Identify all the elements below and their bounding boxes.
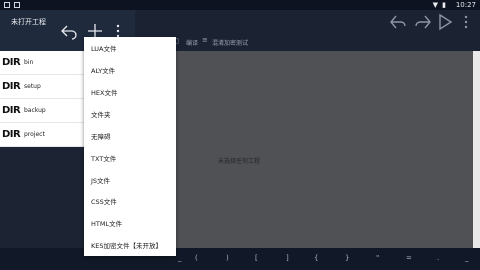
symbol-bar: _ ( ) [ ] { } " = . _: [0, 248, 480, 270]
symbol-key[interactable]: ": [376, 254, 379, 262]
wifi-icon: ▼: [432, 1, 438, 9]
symbol-key[interactable]: }: [345, 254, 349, 262]
file-name: project: [24, 131, 45, 138]
symbol-key[interactable]: .: [437, 254, 439, 262]
editor-area[interactable]: [135, 51, 473, 248]
new-file-menu: LUA文件 ALY文件 HEX文件 文件夹 无障碍 TXT文件 JS文件 CSS…: [84, 37, 176, 256]
symbol-key[interactable]: _: [465, 254, 469, 262]
menu-item-folder[interactable]: 文件夹: [84, 103, 176, 123]
menu-item-accessibility[interactable]: 无障碍: [84, 125, 176, 145]
menu-item-css[interactable]: CSS文件: [84, 190, 176, 210]
menu-item-js[interactable]: JS文件: [84, 169, 176, 189]
editor-scrollbar[interactable]: [473, 51, 480, 248]
build-button[interactable]: 编译: [186, 38, 198, 47]
notification-icon: [4, 2, 10, 8]
obfuscation-test-button[interactable]: 混淆加密测试: [212, 38, 248, 47]
notification-icon: [14, 2, 20, 8]
menu-item-aly[interactable]: ALY文件: [84, 59, 176, 79]
symbol-key[interactable]: [: [255, 254, 258, 262]
clock: 10:27: [455, 1, 476, 9]
symbol-key[interactable]: ): [226, 254, 229, 262]
folder-icon: DIR: [2, 129, 21, 140]
menu-icon: ≡: [202, 36, 208, 44]
folder-icon: DIR: [2, 81, 21, 92]
file-name: setup: [24, 83, 41, 90]
menu-item-lua[interactable]: LUA文件: [84, 37, 176, 57]
folder-icon: DIR: [2, 105, 21, 116]
symbol-key[interactable]: =: [406, 254, 412, 262]
symbol-key[interactable]: {: [314, 254, 318, 262]
redo-icon[interactable]: [413, 12, 433, 32]
file-name: backup: [24, 107, 46, 114]
empty-state-text: 未选择任何工程: [218, 158, 261, 165]
undo-icon[interactable]: [60, 22, 78, 40]
menu-item-hex[interactable]: HEX文件: [84, 81, 176, 101]
menu-item-html[interactable]: HTML文件: [84, 212, 176, 232]
undo-icon[interactable]: [388, 12, 408, 32]
project-title: 未打开工程: [11, 18, 46, 26]
menu-item-txt[interactable]: TXT文件: [84, 147, 176, 167]
folder-icon: DIR: [2, 57, 21, 68]
symbol-key[interactable]: ]: [286, 254, 289, 262]
battery-icon: ▮: [442, 1, 446, 9]
editor-subbar: ▯ 编译 ≡ 混淆加密测试: [135, 35, 480, 51]
run-icon[interactable]: [437, 13, 453, 31]
menu-item-kes[interactable]: KES加密文件【未开放】: [84, 234, 176, 254]
status-bar: ▼ ▮ 10:27: [0, 0, 480, 10]
symbol-key[interactable]: _: [178, 254, 182, 262]
editor-toolbar: [135, 10, 480, 35]
symbol-key[interactable]: (: [195, 254, 198, 262]
file-name: bin: [24, 59, 34, 66]
more-vert-icon[interactable]: [461, 13, 471, 31]
